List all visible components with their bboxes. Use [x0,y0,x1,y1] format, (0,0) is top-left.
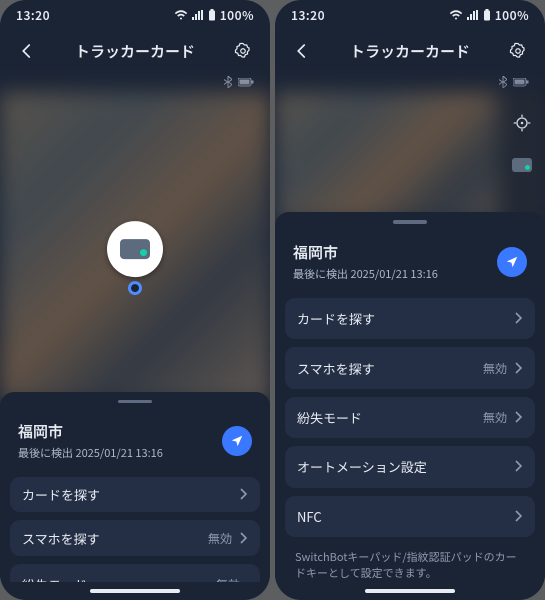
tile-label: カードを探す [297,309,515,328]
battery-small-icon [238,78,254,87]
location-subtitle: 最後に検出 2025/01/21 13:16 [293,266,497,282]
battery-icon [208,9,216,21]
locate-me-button[interactable] [509,110,535,136]
clock: 13:20 [291,7,325,24]
app-header: トラッカーカード [275,30,545,72]
gear-icon [234,42,252,60]
tile-value: 無効 [208,530,232,547]
device-marker[interactable] [107,221,163,295]
sheet-handle[interactable] [118,400,152,403]
tile-lost-mode-partial[interactable]: 紛失モード 無効 [10,564,260,582]
tile-find-card[interactable]: カードを探す [285,298,535,339]
battery-small-icon [513,78,529,87]
screen-left: 13:20 100% トラッカーカード [0,0,270,600]
tile-automation[interactable]: オートメーション設定 [285,446,535,487]
status-bar: 13:20 100% [275,0,545,30]
chevron-right-icon [515,359,523,378]
chevron-left-icon [18,42,36,60]
settings-button[interactable] [230,38,256,64]
location-city: 福岡市 [293,242,497,263]
device-status-strip [0,72,270,92]
tile-lost-mode[interactable]: 紛失モード 無効 [285,397,535,438]
bottom-sheet[interactable]: 福岡市 最後に検出 2025/01/21 13:16 カードを探す スマホを探す… [275,212,545,582]
location-city: 福岡市 [18,421,222,442]
back-button[interactable] [289,38,315,64]
tile-find-phone[interactable]: スマホを探す 無効 [285,347,535,388]
tracker-card-icon [120,239,150,259]
tile-find-phone[interactable]: スマホを探す 無効 [10,520,260,555]
gear-icon [509,42,527,60]
navigate-button[interactable] [497,247,527,277]
chevron-right-icon [240,485,248,504]
tile-label: オートメーション設定 [297,457,515,476]
bluetooth-icon [224,76,232,88]
map-area[interactable] [0,92,270,402]
tile-label: カードを探す [22,485,240,504]
chevron-right-icon [240,529,248,548]
device-status-strip [275,72,545,92]
navigation-icon [230,434,244,448]
android-nav-bar[interactable] [275,582,545,600]
chevron-left-icon [293,42,311,60]
bluetooth-icon [499,76,507,88]
nav-pill[interactable] [90,589,180,593]
back-button[interactable] [14,38,40,64]
tile-value: 無効 [483,360,507,377]
clock: 13:20 [16,7,50,24]
signal-icon [192,10,204,20]
settings-button[interactable] [505,38,531,64]
location-row: 福岡市 最後に検出 2025/01/21 13:16 [10,415,260,469]
screen-right: 13:20 100% トラッカーカード 福岡 [275,0,545,600]
status-bar: 13:20 100% [0,0,270,30]
tile-label: スマホを探す [22,529,208,548]
navigation-icon [505,255,519,269]
device-list-button[interactable] [509,152,535,178]
status-icons: 100% [174,7,254,24]
map-area[interactable] [275,92,545,222]
wifi-icon [174,10,188,20]
tile-label: スマホを探す [297,359,483,378]
tile-value: 無効 [216,576,240,582]
status-icons: 100% [449,7,529,24]
battery-pct: 100% [220,7,254,24]
chevron-right-icon [515,309,523,328]
location-pin-icon [128,281,142,295]
nfc-caption: SwitchBotキーパッド/指紋認証パッドのカードキーとして設定できます。 [285,545,535,582]
crosshair-icon [512,113,532,133]
tracker-card-small-icon [512,158,532,172]
tile-label: 紛失モード [297,408,483,427]
navigate-button[interactable] [222,426,252,456]
sheet-handle[interactable] [393,220,427,224]
app-header: トラッカーカード [0,30,270,72]
tile-label: 紛失モード [22,575,216,582]
chevron-right-icon [515,457,523,476]
tile-value: 無効 [483,409,507,426]
chevron-right-icon [515,507,523,526]
tile-find-card[interactable]: カードを探す [10,477,260,512]
tile-nfc[interactable]: NFC [285,496,535,537]
nav-pill[interactable] [365,589,455,593]
map-image [275,92,545,222]
android-nav-bar[interactable] [0,582,270,600]
signal-icon [467,10,479,20]
battery-icon [483,9,491,21]
bottom-sheet[interactable]: 福岡市 最後に検出 2025/01/21 13:16 カードを探す スマホを探す… [0,392,270,582]
location-row: 福岡市 最後に検出 2025/01/21 13:16 [285,236,535,290]
marker-bubble [107,221,163,277]
tile-label: NFC [297,507,515,526]
wifi-icon [449,10,463,20]
battery-pct: 100% [495,7,529,24]
location-subtitle: 最後に検出 2025/01/21 13:16 [18,445,222,461]
chevron-right-icon [515,408,523,427]
